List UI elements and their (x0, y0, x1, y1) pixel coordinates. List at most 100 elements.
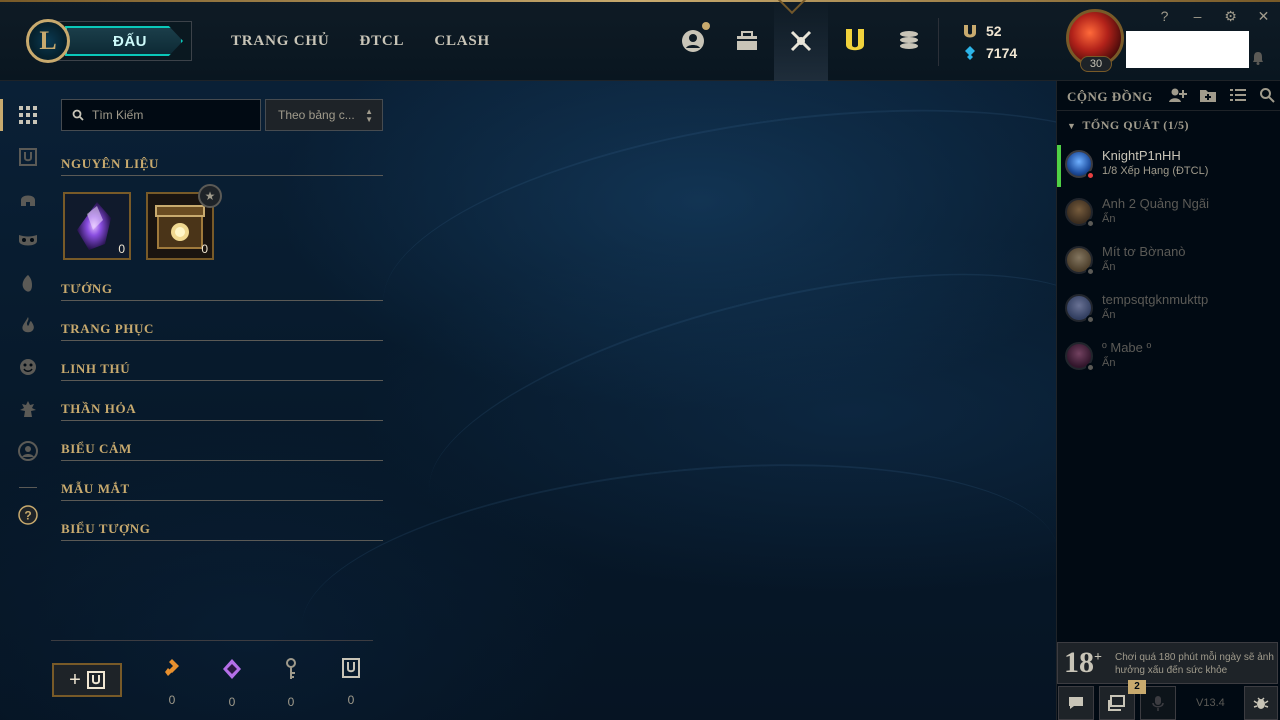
bottom-divider (51, 640, 373, 641)
helmet-icon (21, 195, 35, 206)
social-title: CỘNG ĐỒNG (1067, 89, 1153, 104)
mythic-essence-icon (223, 659, 241, 679)
status-dot (1086, 267, 1095, 276)
material-count: 0 (201, 242, 208, 256)
search-box[interactable] (61, 99, 261, 131)
sort-dropdown[interactable]: Theo bảng c... ▲ ▼ (265, 99, 383, 131)
profile-icon[interactable] (666, 0, 720, 81)
friend-status: Ẩn (1102, 213, 1116, 225)
nav-home[interactable]: TRANG CHỦ (231, 33, 329, 50)
currency-display[interactable]: 52 7174 (962, 20, 1017, 64)
rail-loot-grid[interactable] (0, 95, 56, 135)
friend-name: tempsqtgknmukttp (1102, 292, 1209, 307)
status-dot (1086, 171, 1095, 180)
section-icons[interactable]: BIỂU TƯỢNG (61, 521, 383, 541)
section-skins[interactable]: TRANG PHỤC (61, 321, 383, 341)
key-fragments: 0 (276, 658, 306, 709)
bug-icon (1253, 697, 1269, 709)
friend-name: º Mabe º (1102, 340, 1152, 355)
material-orb[interactable]: 0 (63, 192, 131, 260)
friend-status: 1/8 Xếp Hạng (ĐTCL) (1102, 165, 1209, 177)
material-count: 0 (118, 242, 125, 256)
craft-key-button[interactable]: + (52, 663, 122, 697)
sort-value: Theo bảng c... (278, 108, 355, 122)
rail-icons[interactable] (0, 431, 56, 471)
add-folder-icon[interactable] (1199, 87, 1217, 103)
friend-status: Ẩn (1102, 261, 1116, 273)
window-controls: ? – ⚙ ✕ (1148, 6, 1280, 26)
mythic-essence-value: 0 (228, 695, 236, 709)
sort-arrows-icon: ▲ ▼ (365, 107, 373, 124)
nav-clash[interactable]: CLASH (434, 33, 490, 50)
league-logo[interactable]: L (26, 19, 70, 63)
chevron-down-icon: ▼ (1067, 121, 1077, 131)
bell-icon[interactable] (1251, 51, 1265, 70)
friend-status: Ẩn (1102, 309, 1116, 321)
bug-report-button[interactable] (1244, 686, 1278, 720)
material-chest[interactable]: 0 ★ (146, 184, 222, 260)
settings-button[interactable]: ⚙ (1214, 6, 1247, 26)
store-icon[interactable] (882, 0, 936, 81)
section-emotes[interactable]: BIỂU CẢM (61, 441, 383, 461)
play-button[interactable]: ĐẤU (56, 21, 192, 61)
search-icon[interactable] (1259, 87, 1275, 103)
friend-row[interactable]: Anh 2 Quảng Ngãi Ẩn (1057, 191, 1280, 237)
play-button-label[interactable]: ĐẤU (65, 26, 183, 56)
section-chromas[interactable]: MẪU MẮT (61, 481, 383, 501)
rail-help[interactable]: ? (0, 495, 56, 535)
friend-row[interactable]: º Mabe º Ẩn (1057, 335, 1280, 381)
search-input[interactable] (92, 108, 252, 122)
age-warning-banner: 18+ Chơi quá 180 phút mỗi ngày sẽ ảnh hư… (1057, 642, 1278, 684)
collection-icon[interactable] (720, 0, 774, 81)
tft-icon[interactable] (774, 0, 828, 81)
smiley-icon (20, 359, 36, 375)
help-button[interactable]: ? (1148, 6, 1181, 26)
minimize-button[interactable]: – (1181, 6, 1214, 26)
chests: 0 (336, 658, 366, 707)
tree-icon (20, 401, 36, 417)
add-friend-icon[interactable] (1169, 87, 1187, 103)
orange-essence-icon (165, 659, 179, 676)
star-badge-icon: ★ (198, 184, 222, 208)
social-panel: CỘNG ĐỒNG ▼ TỔNG QUÁT (1/5) KnightP1nHH 1… (1056, 81, 1280, 720)
message-stack-icon (1108, 695, 1125, 711)
rail-champions[interactable] (0, 179, 56, 219)
nav-tft[interactable]: ĐTCL (359, 33, 404, 50)
close-button[interactable]: ✕ (1247, 6, 1280, 26)
help-icon: ? (18, 505, 38, 525)
list-icon[interactable] (1229, 87, 1247, 103)
social-header: CỘNG ĐỒNG (1057, 81, 1280, 111)
rail-emotes[interactable] (0, 347, 56, 387)
mythic-essence: 0 (217, 658, 247, 709)
mask-icon (19, 235, 37, 246)
rail-chest[interactable] (0, 137, 56, 177)
section-wards[interactable]: THẦN HỎA (61, 401, 383, 421)
orange-essence: 0 (157, 658, 187, 707)
friend-group-header[interactable]: ▼ TỔNG QUÁT (1/5) (1067, 118, 1189, 133)
chat-button[interactable] (1058, 686, 1094, 720)
chat-icon (1069, 697, 1083, 709)
status-dot (1086, 219, 1095, 228)
main-nav: TRANG CHỦ ĐTCL CLASH (231, 33, 490, 50)
rail-companions[interactable] (0, 263, 56, 303)
friend-row[interactable]: tempsqtgknmukttp Ẩn (1057, 287, 1280, 333)
riot-points-icon (965, 46, 975, 60)
friend-row[interactable]: Mít tơ Bờnanò Ẩn (1057, 239, 1280, 285)
group-label: TỔNG QUÁT (1/5) (1082, 118, 1190, 132)
friend-status: Ẩn (1102, 357, 1116, 369)
section-companions[interactable]: LINH THÚ (61, 361, 383, 381)
notification-dot (702, 22, 710, 30)
flame-icon (22, 317, 34, 333)
section-materials[interactable]: NGUYÊN LIỆU (61, 156, 383, 176)
notification-badge: 2 (1128, 680, 1146, 694)
friend-row[interactable]: KnightP1nHH 1/8 Xếp Hạng (ĐTCL) (1057, 143, 1280, 189)
status-dot (1086, 363, 1095, 372)
section-champions[interactable]: TƯỚNG (61, 281, 383, 301)
microphone-icon (1152, 696, 1164, 711)
loot-chest-icon (86, 671, 105, 689)
rail-skins[interactable] (0, 221, 56, 261)
rail-chromas[interactable] (0, 389, 56, 429)
loot-icon[interactable] (828, 0, 882, 81)
rail-wards[interactable] (0, 305, 56, 345)
egg-icon (22, 275, 32, 292)
